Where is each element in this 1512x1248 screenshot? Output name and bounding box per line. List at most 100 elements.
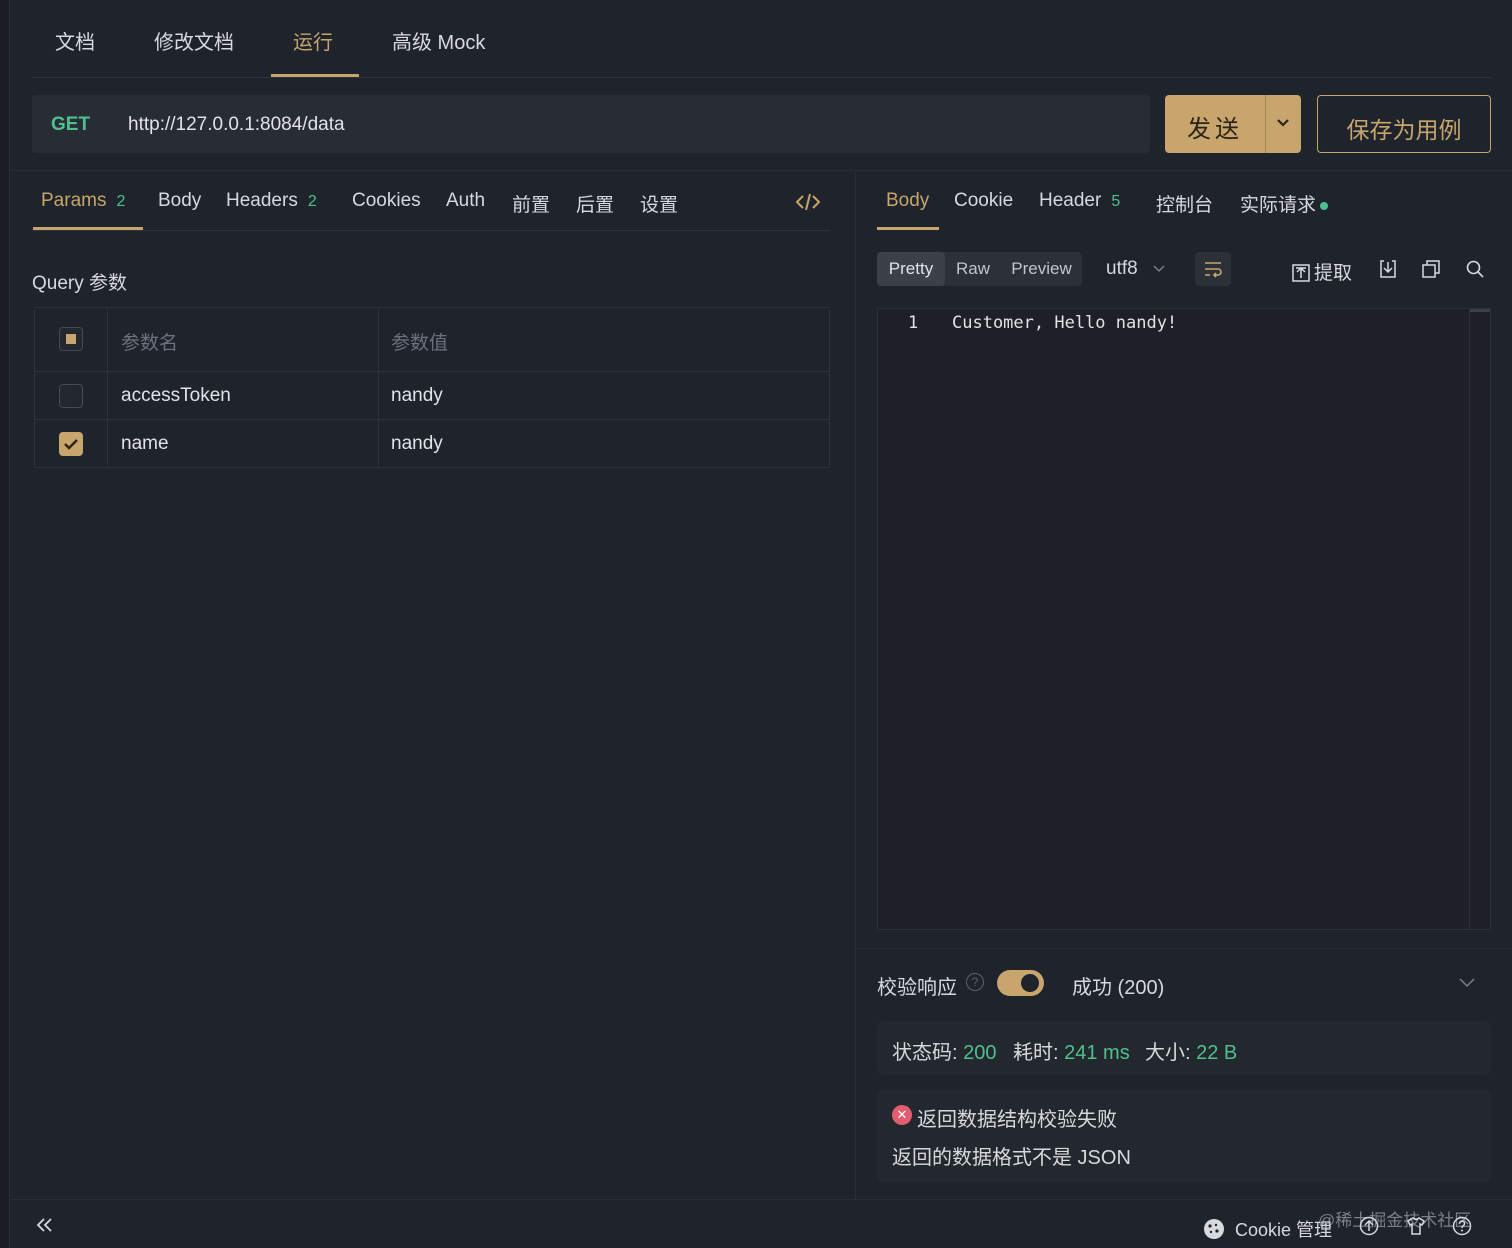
status-dot	[1320, 201, 1329, 210]
validation-error: ✕ 返回数据结构校验失败 返回的数据格式不是 JSON	[877, 1090, 1491, 1182]
validate-toggle[interactable]	[997, 970, 1044, 996]
error-message: 返回的数据格式不是 JSON	[892, 1147, 1131, 1169]
send-label: 发送	[1187, 116, 1243, 143]
watermark: @稀土掘金技术社区	[1318, 1211, 1472, 1230]
tab-label: Params	[41, 190, 107, 211]
param-value: nandy	[391, 385, 443, 406]
format-raw[interactable]: Raw	[945, 252, 1001, 286]
left-strip	[0, 0, 10, 1248]
row-name-cell[interactable]: name	[108, 420, 379, 468]
collapse-sidebar-icon[interactable]	[34, 1216, 54, 1234]
save-label: 保存为用例	[1346, 117, 1462, 143]
param-value: nandy	[391, 433, 443, 454]
tab-settings[interactable]: 设置	[640, 190, 678, 217]
help-icon[interactable]: ?	[966, 973, 984, 991]
header-check-cell	[35, 308, 108, 371]
cookie-manager-button[interactable]: Cookie 管理	[1203, 1216, 1332, 1242]
params-table: 参数名 参数值 accessToken nandy name nandy	[34, 307, 830, 468]
response-stats: 状态码: 200 耗时: 241 ms 大小: 22 B	[877, 1021, 1491, 1075]
tab-edit-docs[interactable]: 修改文档	[154, 26, 234, 55]
tab-run[interactable]: 运行	[293, 26, 333, 55]
response-size: 大小: 22 B	[1145, 1036, 1237, 1065]
row-check-cell	[35, 372, 108, 419]
check-icon	[64, 439, 78, 450]
row-value-cell[interactable]: nandy	[379, 372, 829, 419]
chevron-down-icon[interactable]	[1152, 262, 1166, 276]
format-switch: Pretty Raw Preview	[877, 252, 1082, 286]
line-number: 1	[908, 313, 919, 333]
help-circle-icon[interactable]	[1452, 1216, 1472, 1236]
response-tabs: Body Cookie Header 5 控制台 实际请求	[877, 171, 1491, 231]
row-checkbox[interactable]	[59, 384, 83, 408]
validation-status[interactable]: 成功 (200)	[1072, 971, 1164, 1000]
row-name-cell[interactable]: accessToken	[108, 372, 379, 419]
upload-icon[interactable]	[1359, 1216, 1379, 1236]
wrap-button[interactable]	[1195, 252, 1231, 286]
search-icon[interactable]	[1465, 259, 1485, 279]
param-name: name	[121, 433, 169, 454]
tab-actual-request[interactable]: 实际请求	[1240, 190, 1329, 217]
code-icon[interactable]	[795, 191, 821, 213]
extract-icon	[1292, 264, 1310, 282]
active-tab-indicator	[33, 227, 143, 230]
tab-label: Header	[1039, 190, 1102, 211]
error-title: 返回数据结构校验失败	[917, 1109, 1117, 1131]
toggle-knob	[1021, 974, 1039, 992]
extract-label: 提取	[1314, 263, 1353, 284]
format-preview[interactable]: Preview	[1001, 252, 1082, 286]
format-pretty[interactable]: Pretty	[877, 252, 945, 286]
select-all-checkbox[interactable]	[59, 327, 83, 351]
validate-response-label: 校验响应	[877, 977, 957, 999]
scrollbar[interactable]	[1469, 309, 1490, 929]
tab-post[interactable]: 后置	[576, 190, 614, 217]
response-time: 耗时: 241 ms	[1013, 1036, 1130, 1065]
http-method[interactable]: GET	[51, 114, 90, 136]
tab-label: 实际请求	[1240, 195, 1317, 216]
extract-button[interactable]: 提取	[1292, 258, 1352, 285]
tab-docs[interactable]: 文档	[55, 26, 95, 55]
tab-headers[interactable]: Headers 2	[226, 190, 317, 212]
download-icon[interactable]	[1378, 259, 1398, 279]
header-value-cell: 参数值	[379, 308, 829, 371]
wrap-lines-icon	[1205, 262, 1222, 278]
response-time-label: 耗时:	[1013, 1042, 1059, 1064]
row-checkbox[interactable]	[59, 432, 83, 456]
row-value-cell[interactable]: nandy	[379, 420, 829, 468]
status-code: 状态码: 200	[892, 1036, 997, 1065]
url-input[interactable]: http://127.0.0.1:8084/data	[128, 114, 345, 136]
encoding-select[interactable]: utf8	[1106, 258, 1138, 280]
copy-icon[interactable]	[1421, 259, 1441, 279]
cookie-icon	[1204, 1219, 1224, 1239]
shirt-icon[interactable]	[1406, 1216, 1426, 1236]
tab-response-body[interactable]: Body	[886, 190, 929, 212]
status-code-value: 200	[963, 1042, 997, 1064]
table-header: 参数名 参数值	[35, 308, 829, 372]
tab-response-cookie[interactable]: Cookie	[954, 190, 1013, 212]
save-as-case-button[interactable]: 保存为用例	[1317, 95, 1491, 153]
tab-response-header[interactable]: Header 5	[1039, 190, 1120, 212]
response-size-value: 22 B	[1196, 1042, 1238, 1064]
tab-auth[interactable]: Auth	[446, 190, 485, 212]
params-count: 2	[116, 193, 126, 210]
response-editor[interactable]: 1 Customer, Hello nandy!	[877, 308, 1491, 930]
header-count: 5	[1111, 193, 1121, 210]
active-tab-indicator	[271, 74, 359, 77]
table-row: accessToken nandy	[35, 372, 829, 420]
tab-advanced-mock[interactable]: 高级 Mock	[392, 26, 485, 55]
response-content[interactable]: Customer, Hello nandy!	[952, 313, 1177, 333]
top-tabs: 文档 修改文档 运行 高级 Mock	[32, 0, 1492, 78]
chevron-down-icon[interactable]	[1458, 975, 1476, 991]
tab-body[interactable]: Body	[158, 190, 201, 212]
column-header-value: 参数值	[391, 333, 449, 354]
tab-cookies[interactable]: Cookies	[352, 190, 421, 212]
send-divider	[1265, 95, 1266, 153]
chevron-down-icon[interactable]	[1271, 109, 1295, 137]
query-title: Query 参数	[32, 273, 128, 294]
active-tab-indicator	[877, 227, 939, 230]
tab-pre[interactable]: 前置	[512, 190, 550, 217]
row-check-cell	[35, 420, 108, 468]
send-button[interactable]: 发送	[1165, 95, 1301, 153]
tab-params[interactable]: Params 2	[41, 190, 125, 212]
tab-console[interactable]: 控制台	[1156, 190, 1213, 217]
column-header-name: 参数名	[121, 333, 179, 354]
